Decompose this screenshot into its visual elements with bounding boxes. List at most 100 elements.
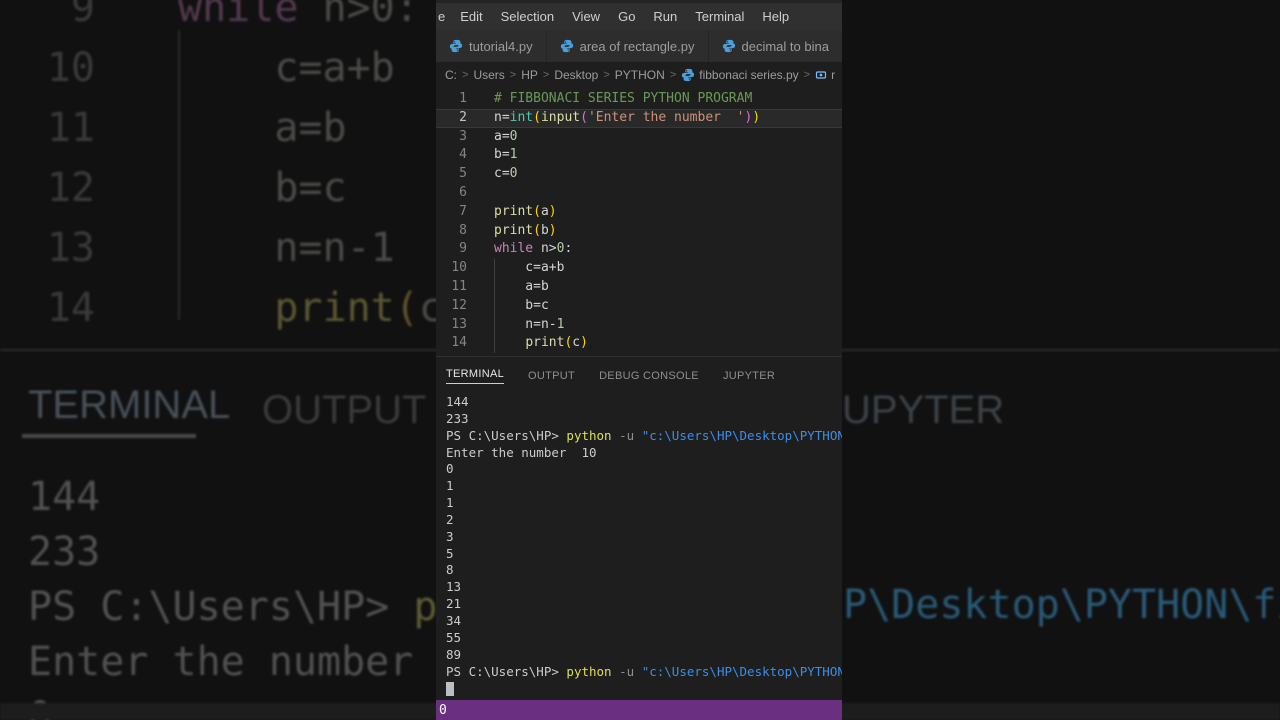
- terminal-token: python: [566, 427, 612, 443]
- code-token: # FIBBONACI SERIES PYTHON PROGRAM: [494, 91, 753, 106]
- panel-tab-jupyter[interactable]: JUPYTER: [723, 370, 775, 382]
- code-token: 1: [509, 147, 518, 163]
- code-line[interactable]: 8 print(b): [436, 222, 842, 241]
- code-token: n=: [494, 109, 510, 125]
- panel-tab-terminal[interactable]: TERMINAL: [446, 368, 505, 384]
- menu-item-view[interactable]: View: [563, 9, 609, 24]
- video-frame: 9 while n>0: 10 c=a+b 11 a=b 12 b=c 13 n=n-1 1…: [0, 0, 1280, 720]
- code-line[interactable]: 2 n=int(input('Enter the number ')): [436, 108, 842, 128]
- menu-item-edit[interactable]: Edit: [451, 9, 491, 24]
- code-line[interactable]: 7 print(a): [436, 203, 842, 222]
- menu-item-e[interactable]: e: [436, 9, 451, 24]
- breadcrumb-segment[interactable]: HP: [521, 68, 538, 82]
- bg-terminal-line: 233: [28, 527, 100, 577]
- terminal-line: PS C:\Users\HP> python -u "c:\Users\HP\D…: [446, 664, 842, 681]
- code-line[interactable]: 4 b=1: [436, 146, 842, 165]
- python-icon: [682, 68, 695, 82]
- line-number: 7: [459, 203, 467, 219]
- code-line[interactable]: 6: [436, 184, 842, 203]
- code-token: ): [548, 222, 557, 238]
- breadcrumb-symbol[interactable]: r: [815, 68, 835, 82]
- menu-item-go[interactable]: Go: [609, 9, 644, 24]
- breadcrumb-segment[interactable]: Desktop: [554, 68, 598, 82]
- code-editor[interactable]: 1 # FIBBONACI SERIES PYTHON PROGRAM 2 n=int…: [436, 88, 842, 356]
- code-token: 1: [556, 316, 565, 332]
- chevron-right-icon: >: [462, 69, 469, 81]
- vscode-window: e Edit Selection View Go Run Terminal Help tuto…: [436, 0, 842, 720]
- code-token: (: [533, 203, 541, 219]
- line-number: 2: [459, 109, 467, 125]
- tab-decimal-to-bina[interactable]: decimal to bina: [708, 30, 842, 62]
- code-token: while: [178, 0, 299, 31]
- code-text: print(a): [494, 203, 557, 222]
- code-line[interactable]: 9 while n>0:: [436, 240, 842, 259]
- python-icon: [449, 39, 463, 53]
- terminal-token: "c:\Users\HP\Desktop\PYTHON\fibbonaci se…: [641, 663, 842, 679]
- line-number: 5: [459, 166, 467, 182]
- breadcrumb-file[interactable]: fibbonaci series.py: [681, 68, 799, 82]
- code-line[interactable]: 10 c=a+b: [436, 259, 842, 278]
- terminal-token: 0: [446, 461, 454, 477]
- code-text: b=c: [494, 297, 549, 316]
- bg-terminal-tab-underline: [22, 434, 196, 438]
- tab-tutorial4-py[interactable]: tutorial4.py: [436, 30, 546, 62]
- terminal-line: 5: [446, 546, 842, 563]
- chevron-right-icon: >: [803, 69, 811, 81]
- code-line[interactable]: 3 a=0: [436, 128, 842, 147]
- bg-terminal-token: 233: [28, 529, 101, 575]
- terminal-token: 5: [446, 545, 454, 561]
- tab-area-of-rectangle-py[interactable]: area of rectangle.py: [546, 30, 708, 62]
- breadcrumb-segment[interactable]: PYTHON: [615, 68, 665, 82]
- code-line[interactable]: 13 n=n-1: [436, 316, 842, 335]
- bg-terminal-tab-label: TERMINAL: [28, 383, 231, 427]
- terminal-token: 13: [446, 579, 462, 595]
- code-token: int: [509, 109, 534, 125]
- code-line[interactable]: 12 b=c: [436, 297, 842, 316]
- chevron-right-icon: >: [542, 69, 550, 81]
- code-token: input: [540, 109, 581, 125]
- code-token: c=a+b: [494, 260, 565, 276]
- breadcrumb-segment[interactable]: Users: [473, 68, 504, 82]
- terminal-output[interactable]: 144 233 PS C:\Users\HP> python -u "c:\User…: [436, 394, 842, 697]
- code-text: a=b: [494, 278, 549, 297]
- panel-tab-output[interactable]: OUTPUT: [528, 370, 575, 382]
- menu-item-terminal[interactable]: Terminal: [686, 9, 753, 24]
- breadcrumb[interactable]: C: > Users > HP > Desktop > PYTHON > fibbonaci se…: [436, 62, 842, 88]
- terminal-line: 233: [446, 411, 842, 428]
- menu-bar: e Edit Selection View Go Run Terminal Help: [436, 0, 842, 30]
- code-line[interactable]: 5 c=0: [436, 165, 842, 184]
- panel-tab-debug-console[interactable]: DEBUG CONSOLE: [599, 370, 699, 382]
- bottom-panel: TERMINAL OUTPUT DEBUG CONSOLE JUPYTER 144 23…: [436, 356, 842, 697]
- bg-output-tab-label: OUTPUT: [262, 388, 427, 432]
- menu-item-help[interactable]: Help: [753, 9, 798, 24]
- line-number: 3: [459, 128, 467, 144]
- code-token: c: [572, 335, 581, 351]
- bg-terminal-line: 144: [28, 472, 100, 522]
- code-line[interactable]: 14 print(c): [436, 334, 842, 353]
- menu-item-run[interactable]: Run: [644, 9, 686, 24]
- terminal-line: 0: [446, 461, 842, 478]
- code-token: a=b: [494, 278, 549, 294]
- code-token: :: [564, 241, 573, 257]
- breadcrumb-symbol-label: r: [831, 68, 836, 82]
- code-token: while: [494, 241, 534, 257]
- breadcrumb-segment[interactable]: C:: [445, 68, 457, 82]
- code-token: b=c: [178, 165, 347, 211]
- code-line[interactable]: 11 a=b: [436, 278, 842, 297]
- bg-line-number: 12: [46, 165, 95, 211]
- line-number: 9: [459, 241, 467, 257]
- code-line[interactable]: 1 # FIBBONACI SERIES PYTHON PROGRAM: [436, 90, 842, 109]
- code-token: c=a+b: [178, 45, 395, 91]
- code-token: print: [494, 222, 534, 238]
- code-token: b=c: [494, 297, 549, 313]
- code-token: 0: [509, 166, 518, 182]
- chevron-right-icon: >: [509, 69, 517, 81]
- line-number: 11: [451, 278, 467, 294]
- terminal-line: 144: [446, 394, 842, 411]
- bg-code-text: n=n-1: [178, 218, 394, 278]
- python-icon: [722, 39, 735, 53]
- status-problems-count[interactable]: 0: [439, 703, 447, 718]
- menu-item-selection[interactable]: Selection: [492, 9, 563, 24]
- terminal-token: -u: [611, 427, 642, 443]
